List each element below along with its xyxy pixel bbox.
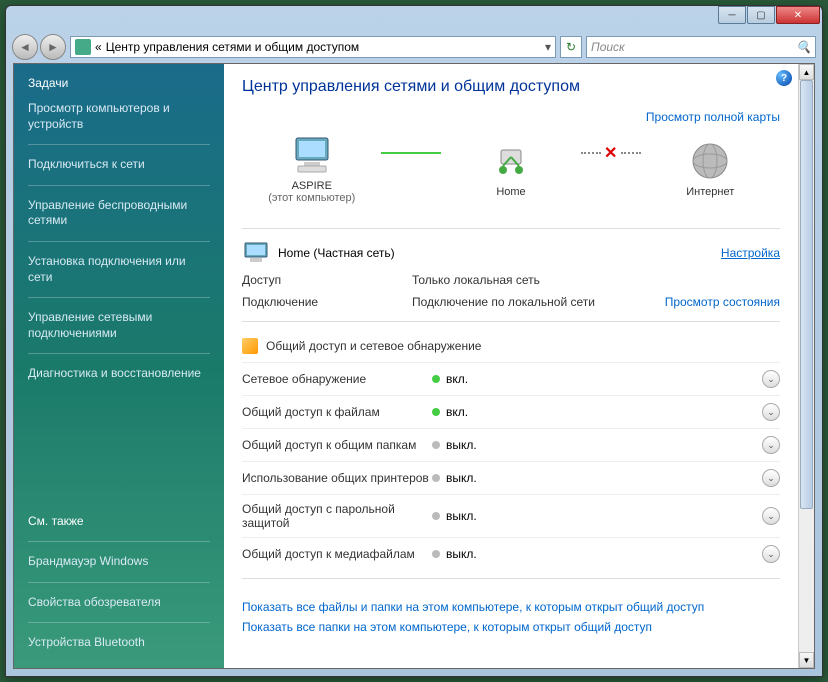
- scroll-thumb[interactable]: [800, 80, 813, 509]
- sidebar-link-firewall[interactable]: Брандмауэр Windows: [28, 549, 210, 575]
- map-node-home: Home: [441, 140, 580, 198]
- sidebar-link-connect[interactable]: Подключиться к сети: [28, 152, 210, 178]
- status-dot-off-icon: [432, 474, 440, 482]
- scroll-track[interactable]: [799, 80, 814, 652]
- computer-icon: [288, 134, 336, 176]
- network-header-row: Home (Частная сеть) Настройка: [242, 237, 780, 269]
- address-icon: [75, 39, 91, 55]
- dropdown-icon[interactable]: ▾: [545, 40, 551, 54]
- expand-button[interactable]: ⌄: [762, 403, 780, 421]
- connection-error-icon: ✕: [604, 143, 617, 163]
- address-bar[interactable]: « Центр управления сетями и общим доступ…: [70, 36, 556, 58]
- expand-button[interactable]: ⌄: [762, 436, 780, 454]
- status-dot-off-icon: [432, 512, 440, 520]
- setting-row: Использование общих принтероввыкл.⌄: [242, 461, 780, 494]
- setting-status: выкл.: [432, 509, 762, 523]
- address-prefix: «: [95, 40, 102, 54]
- status-dot-on-icon: [432, 375, 440, 383]
- footer-links: Показать все файлы и папки на этом компь…: [242, 587, 780, 647]
- sidebar-link-bluetooth[interactable]: Устройства Bluetooth: [28, 630, 210, 656]
- sidebar-link-internet-options[interactable]: Свойства обозревателя: [28, 590, 210, 616]
- sidebar-link-manage-conn[interactable]: Управление сетевыми подключениями: [28, 305, 210, 346]
- connection-label: Подключение: [242, 295, 412, 309]
- customize-link[interactable]: Настройка: [721, 246, 780, 260]
- sidebar-link-setup[interactable]: Установка подключения или сети: [28, 249, 210, 290]
- sidebar: Задачи Просмотр компьютеров и устройств …: [14, 64, 224, 668]
- window: ─ ▢ ✕ ◄ ► « Центр управления сетями и об…: [5, 5, 823, 677]
- access-row: Доступ Только локальная сеть: [242, 269, 780, 291]
- sharing-icon: [242, 338, 258, 354]
- toolbar: ◄ ► « Центр управления сетями и общим до…: [6, 31, 822, 63]
- forward-button[interactable]: ►: [40, 34, 66, 60]
- map-node-this-computer: ASPIRE (этот компьютер): [242, 134, 381, 204]
- footer-link-files[interactable]: Показать все файлы и папки на этом компь…: [242, 600, 704, 614]
- help-icon[interactable]: ?: [776, 70, 792, 86]
- setting-status: вкл.: [432, 372, 762, 386]
- access-value: Только локальная сеть: [412, 273, 780, 287]
- status-dot-off-icon: [432, 550, 440, 558]
- access-label: Доступ: [242, 273, 412, 287]
- refresh-button[interactable]: ↻: [560, 36, 582, 58]
- expand-button[interactable]: ⌄: [762, 370, 780, 388]
- titlebar: ─ ▢ ✕: [6, 6, 822, 31]
- setting-label: Общий доступ к общим папкам: [242, 438, 432, 452]
- globe-icon: [686, 140, 734, 182]
- setting-label: Сетевое обнаружение: [242, 372, 432, 386]
- status-dot-off-icon: [432, 441, 440, 449]
- close-button[interactable]: ✕: [776, 6, 820, 24]
- expand-button[interactable]: ⌄: [762, 469, 780, 487]
- minimize-button[interactable]: ─: [718, 6, 746, 24]
- setting-label: Общий доступ с парольной защитой: [242, 502, 432, 530]
- setting-status: вкл.: [432, 405, 762, 419]
- expand-button[interactable]: ⌄: [762, 507, 780, 525]
- setting-label: Общий доступ к файлам: [242, 405, 432, 419]
- sidebar-link-wireless[interactable]: Управление беспроводными сетями: [28, 193, 210, 234]
- search-icon: 🔍: [796, 40, 811, 54]
- setting-label: Общий доступ к медиафайлам: [242, 547, 432, 561]
- search-placeholder: Поиск: [591, 40, 625, 54]
- setting-status: выкл.: [432, 547, 762, 561]
- setting-row: Общий доступ к общим папкамвыкл.⌄: [242, 428, 780, 461]
- expand-button[interactable]: ⌄: [762, 545, 780, 563]
- network-map: ASPIRE (этот компьютер) Home ✕: [242, 130, 780, 220]
- mini-computer-icon: [242, 241, 270, 265]
- scroll-down-button[interactable]: ▼: [799, 652, 814, 668]
- maximize-button[interactable]: ▢: [747, 6, 775, 24]
- main-panel: ? Центр управления сетями и общим доступ…: [224, 64, 798, 668]
- content: Задачи Просмотр компьютеров и устройств …: [13, 63, 815, 669]
- setting-row: Общий доступ к медиафайламвыкл.⌄: [242, 537, 780, 570]
- full-map-link[interactable]: Просмотр полной карты: [646, 110, 780, 124]
- see-also-heading: См. также: [28, 514, 210, 528]
- setting-status: выкл.: [432, 438, 762, 452]
- back-button[interactable]: ◄: [12, 34, 38, 60]
- view-status-link[interactable]: Просмотр состояния: [665, 295, 780, 309]
- network-name: Home (Частная сеть): [278, 246, 395, 260]
- connector-ok: [381, 152, 441, 154]
- network-icon: [487, 140, 535, 182]
- setting-status: выкл.: [432, 471, 762, 485]
- map-node-internet: Интернет: [641, 140, 780, 198]
- setting-row: Общий доступ с парольной защитойвыкл.⌄: [242, 494, 780, 537]
- footer-link-folders[interactable]: Показать все папки на этом компьютере, к…: [242, 620, 652, 634]
- setting-row: Сетевое обнаружениевкл.⌄: [242, 362, 780, 395]
- sharing-heading-row: Общий доступ и сетевое обнаружение: [242, 330, 780, 362]
- connection-value: Подключение по локальной сети: [412, 295, 665, 309]
- page-title: Центр управления сетями и общим доступом: [242, 78, 780, 96]
- setting-row: Общий доступ к файламвкл.⌄: [242, 395, 780, 428]
- sidebar-link-view-computers[interactable]: Просмотр компьютеров и устройств: [28, 96, 210, 137]
- status-dot-on-icon: [432, 408, 440, 416]
- address-text: Центр управления сетями и общим доступом: [106, 40, 360, 54]
- sidebar-link-diagnose[interactable]: Диагностика и восстановление: [28, 361, 210, 387]
- scrollbar[interactable]: ▲ ▼: [798, 64, 814, 668]
- setting-label: Использование общих принтеров: [242, 471, 432, 485]
- scroll-up-button[interactable]: ▲: [799, 64, 814, 80]
- search-input[interactable]: Поиск 🔍: [586, 36, 816, 58]
- sharing-heading: Общий доступ и сетевое обнаружение: [266, 339, 481, 353]
- tasks-heading: Задачи: [28, 76, 210, 90]
- connector-broken: ✕: [581, 152, 641, 154]
- connection-row: Подключение Подключение по локальной сет…: [242, 291, 780, 313]
